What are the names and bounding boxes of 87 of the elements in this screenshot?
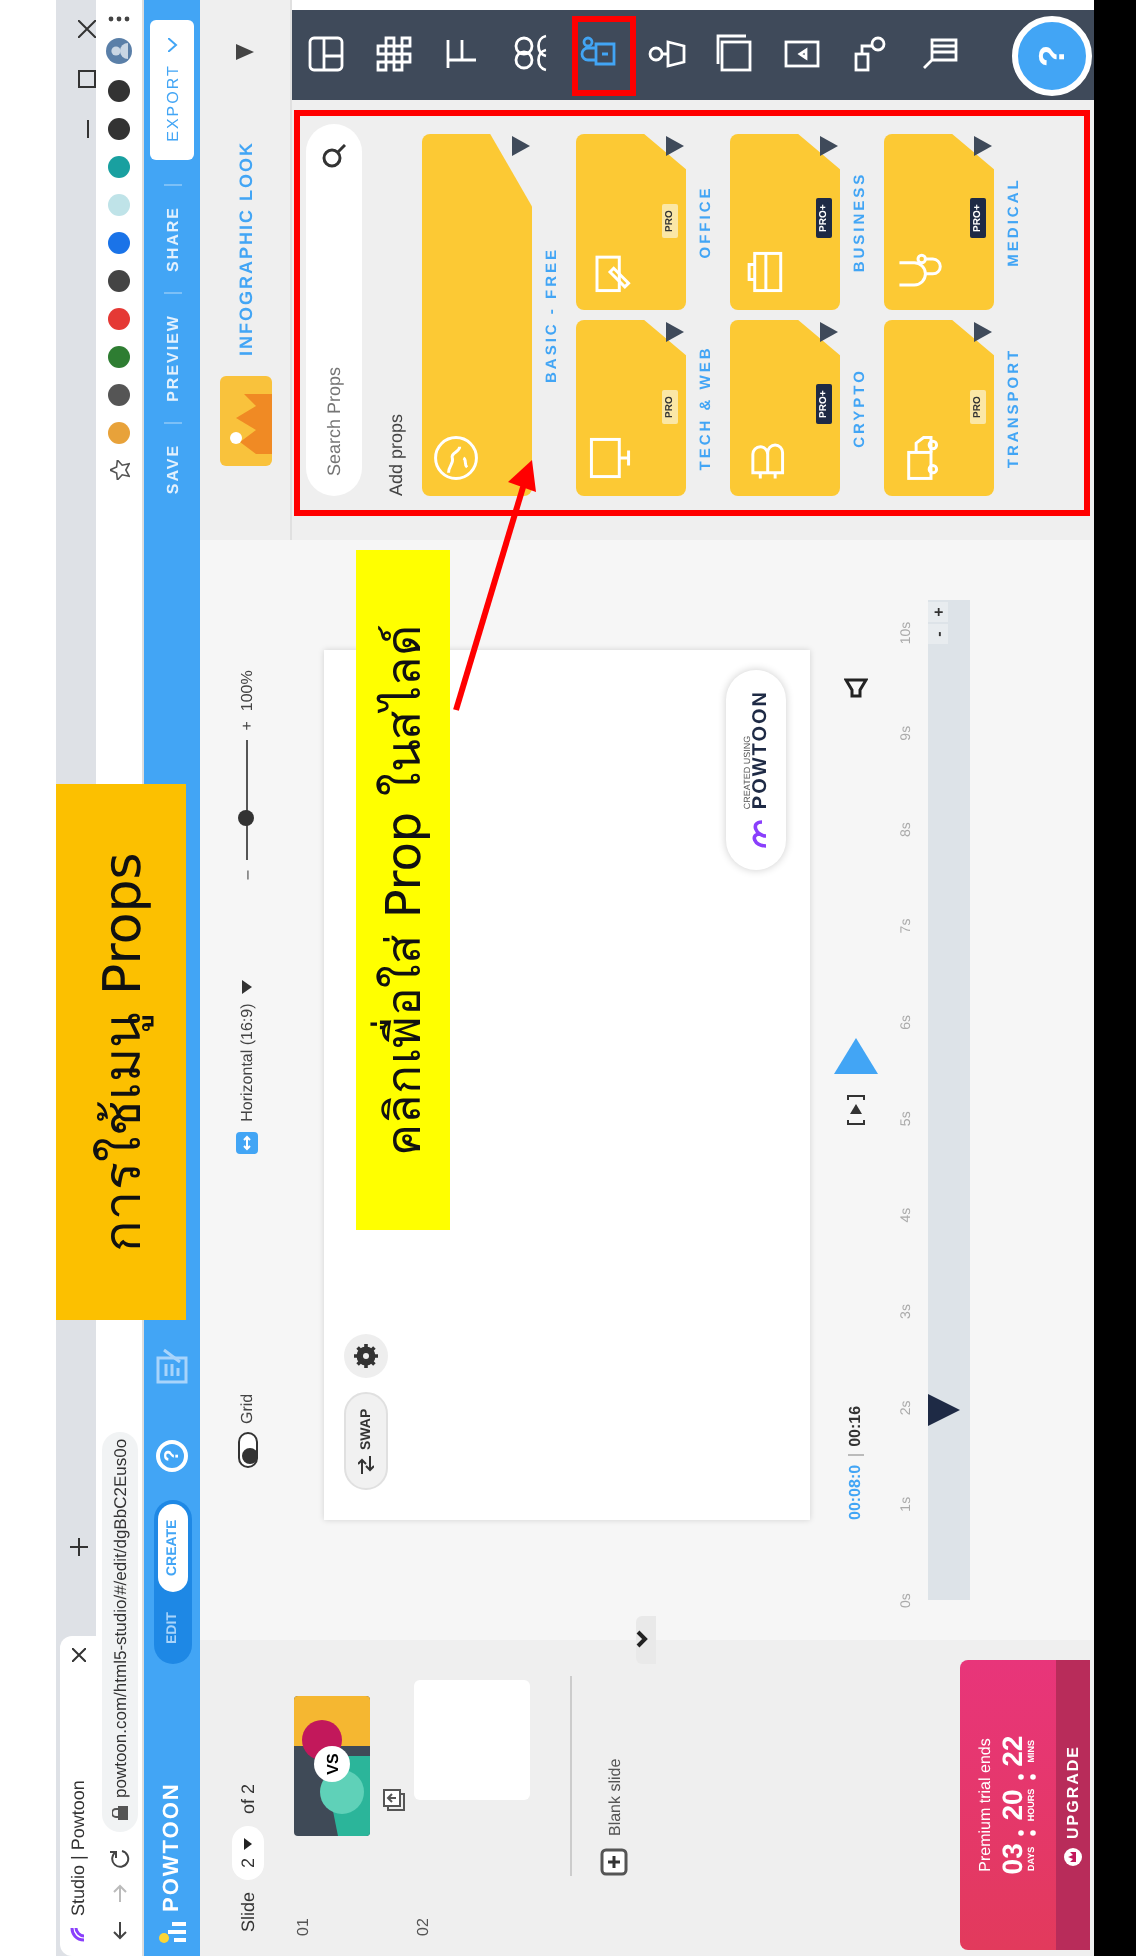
callout-tooltip: คลิกเพื่อใส่ Prop ในสไลด์ bbox=[356, 550, 450, 1230]
caret-icon[interactable] bbox=[820, 136, 838, 156]
caret-icon[interactable] bbox=[666, 136, 684, 156]
crown-icon bbox=[1064, 1847, 1082, 1866]
slide-thumbnail[interactable]: VS bbox=[294, 1696, 370, 1836]
zoom-out-button[interactable]: - bbox=[928, 624, 948, 644]
speaker-icon[interactable] bbox=[843, 673, 867, 698]
duplicate-icon[interactable] bbox=[382, 1788, 406, 1812]
logo-icon bbox=[68, 1924, 88, 1944]
preview-icon[interactable] bbox=[845, 1093, 865, 1126]
slide-total: of 2 bbox=[237, 1783, 257, 1814]
play-icon bbox=[833, 1037, 877, 1074]
close-icon[interactable] bbox=[71, 1648, 85, 1662]
search-field[interactable]: Search Props bbox=[306, 124, 362, 496]
new-tab-icon[interactable] bbox=[70, 1538, 88, 1556]
category-icon bbox=[430, 432, 482, 484]
colon-icon bbox=[1018, 1774, 1036, 1781]
slide-label: Slide bbox=[237, 1891, 257, 1932]
collapse-button[interactable] bbox=[636, 1616, 656, 1664]
zoom-out-button[interactable]: – bbox=[238, 870, 256, 880]
thumbnail-text: VS bbox=[314, 1746, 350, 1782]
caret-icon[interactable] bbox=[236, 44, 254, 60]
add-slide-icon[interactable] bbox=[600, 1848, 628, 1876]
tab-title: Studio | Powtoon bbox=[68, 1778, 88, 1916]
zoom-value: 100% bbox=[238, 670, 256, 712]
lock-icon bbox=[111, 1806, 127, 1820]
caret-icon bbox=[243, 1837, 251, 1850]
close-icon[interactable] bbox=[78, 20, 96, 38]
caret-icon[interactable] bbox=[512, 136, 530, 156]
panel-heading: Add props bbox=[386, 411, 406, 496]
extension-icon[interactable] bbox=[108, 384, 130, 406]
browser-tab[interactable]: Studio | Powtoon bbox=[60, 1636, 96, 1956]
chevron-down-icon bbox=[636, 1631, 648, 1649]
timeline-track[interactable]: - + bbox=[928, 600, 970, 1600]
upgrade-button[interactable]: UPGRADE bbox=[1056, 1660, 1090, 1950]
logo-icon bbox=[158, 1920, 186, 1944]
countdown-value: 20 bbox=[998, 1789, 1026, 1821]
countdown-value: 22 bbox=[998, 1735, 1026, 1767]
grid-toggle[interactable] bbox=[237, 1432, 257, 1468]
avatar-icon[interactable] bbox=[106, 38, 132, 64]
slide-select[interactable]: 2 bbox=[231, 1825, 263, 1880]
total-time: 00:16 bbox=[846, 1405, 864, 1447]
format-select[interactable]: Horizontal (16:9) bbox=[238, 1003, 256, 1122]
maximize-icon[interactable] bbox=[78, 70, 96, 88]
slide-number: 02 bbox=[414, 1916, 432, 1936]
add-slide-label[interactable]: Blank slide bbox=[605, 1758, 623, 1836]
settings-icon bbox=[354, 1344, 378, 1368]
resize-icon bbox=[236, 1131, 258, 1154]
back-icon[interactable] bbox=[109, 1920, 129, 1940]
extension-icon[interactable] bbox=[108, 118, 130, 140]
thumbnail-drawing bbox=[294, 1696, 370, 1836]
search-icon bbox=[322, 144, 346, 168]
tool-icon bbox=[304, 33, 348, 77]
caret-icon[interactable] bbox=[820, 322, 838, 342]
app-logo: POWTOON bbox=[160, 1782, 184, 1912]
grid-label: Grid bbox=[238, 1393, 256, 1424]
caret-icon[interactable] bbox=[666, 322, 684, 342]
category-icon bbox=[584, 432, 636, 484]
reload-icon[interactable] bbox=[109, 1848, 129, 1868]
toolbar-button[interactable] bbox=[304, 33, 348, 77]
zoom-in-button[interactable]: + bbox=[238, 721, 256, 731]
caret-icon[interactable] bbox=[242, 979, 252, 994]
extension-icon[interactable] bbox=[108, 80, 130, 102]
current-time: 00:08:0 bbox=[846, 1464, 864, 1520]
tool-icon bbox=[372, 33, 416, 77]
zoom-handle[interactable] bbox=[238, 810, 255, 827]
highlight-frame bbox=[572, 16, 636, 96]
caret-icon[interactable] bbox=[974, 322, 992, 342]
countdown-value: 03 bbox=[998, 1843, 1026, 1875]
slide-number: 01 bbox=[294, 1916, 312, 1936]
chevron-down-icon bbox=[167, 38, 177, 53]
colon-icon bbox=[1018, 1829, 1036, 1836]
badge-logo: POWTOON bbox=[751, 690, 771, 810]
swap-icon bbox=[358, 1456, 374, 1474]
trial-label: Premium trial ends bbox=[976, 1738, 994, 1872]
tool-icon bbox=[712, 33, 756, 77]
look-thumbnail[interactable] bbox=[219, 376, 271, 466]
menu-icon[interactable] bbox=[108, 16, 130, 22]
zoom-in-button[interactable]: + bbox=[928, 602, 948, 622]
caret-icon[interactable] bbox=[974, 136, 992, 156]
toolbar-button[interactable] bbox=[712, 33, 756, 77]
extension-icon[interactable] bbox=[108, 270, 130, 292]
settings-button[interactable] bbox=[344, 1334, 388, 1378]
address-bar[interactable]: powtoon.com/html5-studio/#/edit/dgBbC2Eus0o bbox=[101, 1432, 137, 1832]
title-annotation: การใช้เมนู Props bbox=[56, 784, 186, 1320]
star-icon[interactable] bbox=[109, 460, 129, 480]
toolbar-button[interactable] bbox=[372, 33, 416, 77]
